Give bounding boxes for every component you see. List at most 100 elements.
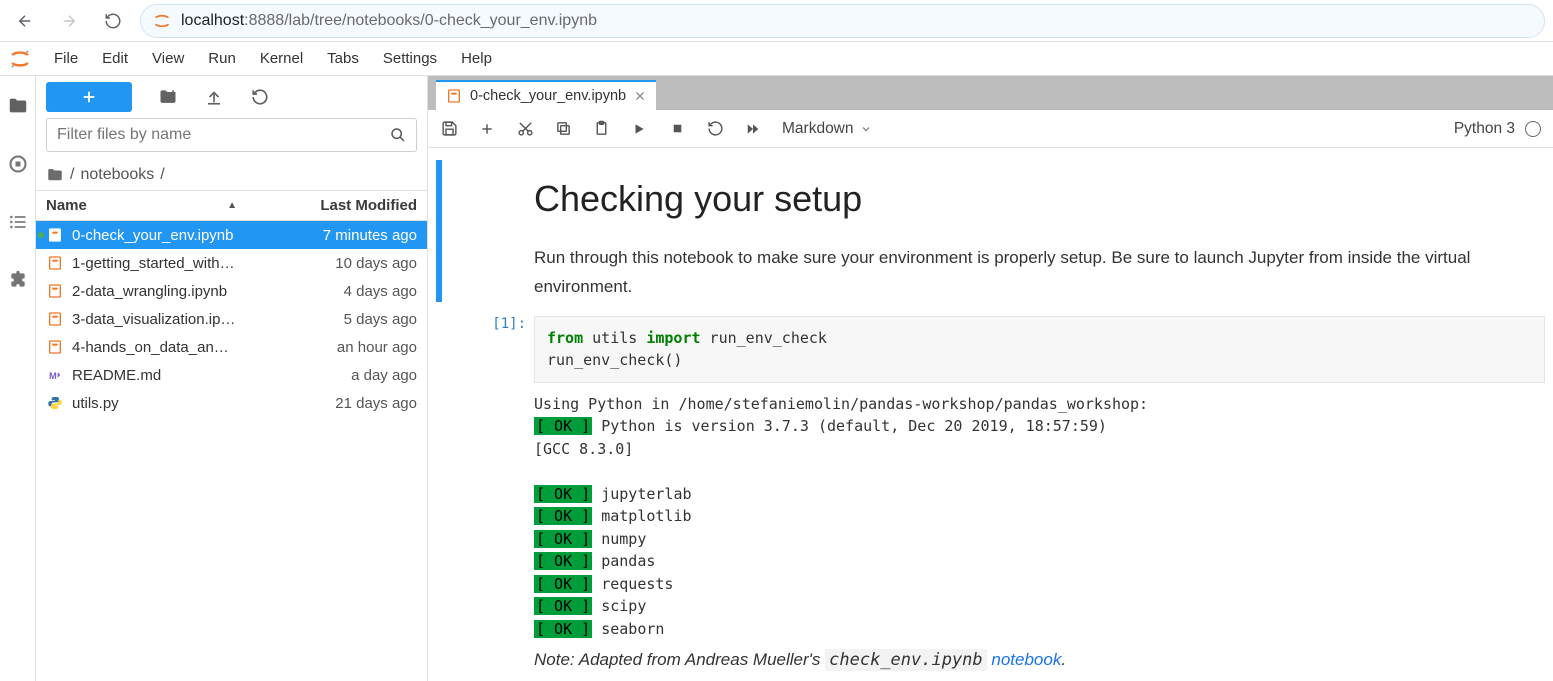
plus-icon <box>479 121 495 137</box>
markdown-note: Note: Adapted from Andreas Mueller's che… <box>534 650 1545 670</box>
run-button[interactable] <box>630 120 648 138</box>
file-name: utils.py <box>72 395 259 412</box>
copy-icon <box>555 120 572 137</box>
menu-view[interactable]: View <box>140 46 196 71</box>
new-folder-icon <box>158 87 178 107</box>
markdown-cell[interactable]: Checking your setup Run through this not… <box>436 160 1545 302</box>
address-bar[interactable]: localhost:8888/lab/tree/notebooks/0-chec… <box>140 4 1545 38</box>
tab-close-button[interactable] <box>634 90 646 102</box>
notebook-icon <box>46 226 64 244</box>
file-name: 1-getting_started_with… <box>72 255 259 272</box>
breadcrumb-sep: / <box>160 166 164 184</box>
folder-icon <box>7 95 29 117</box>
file-list-header[interactable]: Name ▲ Last Modified <box>36 190 427 221</box>
jupyter-favicon-icon <box>153 12 171 30</box>
celltype-value: Markdown <box>782 120 854 138</box>
notebook-toolbar: Markdown Python 3 <box>428 110 1553 148</box>
interrupt-button[interactable] <box>668 120 686 138</box>
breadcrumb-folder[interactable]: notebooks <box>80 166 154 184</box>
upload-button[interactable] <box>204 87 224 107</box>
chevron-down-icon <box>860 123 872 135</box>
jupyter-logo-icon <box>6 48 34 70</box>
file-browser-toolbar <box>36 76 427 118</box>
tab-bar: 0-check_your_env.ipynb <box>428 76 1553 110</box>
notebook-icon <box>446 88 462 104</box>
file-modified: 10 days ago <box>267 255 417 272</box>
code-input[interactable]: from utils import run_env_check run_env_… <box>534 316 1545 383</box>
new-folder-button[interactable] <box>158 87 178 107</box>
stop-icon <box>671 122 684 135</box>
file-row[interactable]: 3-data_visualization.ip… 5 days ago <box>36 305 427 333</box>
notebook-link[interactable]: notebook <box>987 650 1062 669</box>
menu-settings[interactable]: Settings <box>371 46 449 71</box>
menu-kernel[interactable]: Kernel <box>248 46 315 71</box>
list-icon <box>8 212 28 232</box>
save-button[interactable] <box>440 120 458 138</box>
copy-button[interactable] <box>554 120 572 138</box>
file-list: 0-check_your_env.ipynb 7 minutes ago 1-get… <box>36 221 427 681</box>
python-icon <box>46 394 64 412</box>
col-modified-label: Last Modified <box>267 197 417 214</box>
running-tab-button[interactable] <box>6 152 30 176</box>
sort-asc-icon: ▲ <box>227 200 237 211</box>
menu-run[interactable]: Run <box>196 46 248 71</box>
file-modified: an hour ago <box>267 339 417 356</box>
file-row[interactable]: 2-data_wrangling.ipynb4 days ago <box>36 277 427 305</box>
restart-run-all-button[interactable] <box>744 120 762 138</box>
paste-button[interactable] <box>592 120 610 138</box>
filter-files-input[interactable] <box>57 126 390 144</box>
menubar: FileEditViewRunKernelTabsSettingsHelp <box>0 42 1553 76</box>
breadcrumb[interactable]: / notebooks / <box>36 160 427 190</box>
menu-file[interactable]: File <box>42 46 90 71</box>
browser-forward-button[interactable] <box>52 4 86 38</box>
browser-back-button[interactable] <box>8 4 42 38</box>
notebook-icon <box>46 254 64 272</box>
tab-title: 0-check_your_env.ipynb <box>470 88 626 104</box>
cut-button[interactable] <box>516 120 534 138</box>
cell-paragraph: Run through this notebook to make sure y… <box>534 244 1545 302</box>
file-row[interactable]: MREADME.mda day ago <box>36 361 427 389</box>
file-row[interactable]: 1-getting_started_with… 10 days ago <box>36 249 427 277</box>
file-modified: 5 days ago <box>267 311 417 328</box>
search-icon <box>390 127 406 143</box>
fast-forward-icon <box>744 122 762 136</box>
notebook-content[interactable]: Checking your setup Run through this not… <box>428 148 1553 681</box>
activity-bar <box>0 76 36 681</box>
refresh-button[interactable] <box>250 87 270 107</box>
url-path: :8888/lab/tree/notebooks/0-check_your_en… <box>244 12 597 29</box>
col-name-label: Name <box>46 197 87 214</box>
new-launcher-button[interactable] <box>46 82 132 112</box>
toc-tab-button[interactable] <box>6 210 30 234</box>
filter-files-input-wrap <box>46 118 417 152</box>
menu-edit[interactable]: Edit <box>90 46 140 71</box>
extensions-tab-button[interactable] <box>6 268 30 292</box>
file-row[interactable]: 0-check_your_env.ipynb 7 minutes ago <box>36 221 427 249</box>
running-indicator-icon <box>38 232 44 238</box>
url-host: localhost <box>181 12 244 29</box>
browser-reload-button[interactable] <box>96 4 130 38</box>
code-cell[interactable]: [1]: from utils import run_env_check run… <box>436 316 1545 671</box>
file-name: 3-data_visualization.ip… <box>72 311 259 328</box>
notebook-tab[interactable]: 0-check_your_env.ipynb <box>436 80 656 110</box>
svg-text:M: M <box>49 371 57 381</box>
menu-tabs[interactable]: Tabs <box>315 46 371 71</box>
celltype-select[interactable]: Markdown <box>782 120 872 138</box>
paste-icon <box>593 120 610 137</box>
dock-panel: 0-check_your_env.ipynb <box>428 76 1553 681</box>
arrow-right-icon <box>60 12 78 30</box>
file-modified: 7 minutes ago <box>267 227 417 244</box>
kernel-status-icon[interactable] <box>1525 121 1541 137</box>
file-modified: 4 days ago <box>267 283 417 300</box>
insert-cell-button[interactable] <box>478 120 496 138</box>
url-text: localhost:8888/lab/tree/notebooks/0-chec… <box>181 12 597 30</box>
file-row[interactable]: 4-hands_on_data_an…an hour ago <box>36 333 427 361</box>
menu-help[interactable]: Help <box>449 46 504 71</box>
file-row[interactable]: utils.py21 days ago <box>36 389 427 417</box>
kernel-name[interactable]: Python 3 <box>1454 120 1515 138</box>
file-name: 0-check_your_env.ipynb <box>72 227 259 244</box>
notebook-icon <box>46 338 64 356</box>
play-icon <box>632 122 646 136</box>
restart-button[interactable] <box>706 120 724 138</box>
file-name: README.md <box>72 367 259 384</box>
filebrowser-tab-button[interactable] <box>6 94 30 118</box>
